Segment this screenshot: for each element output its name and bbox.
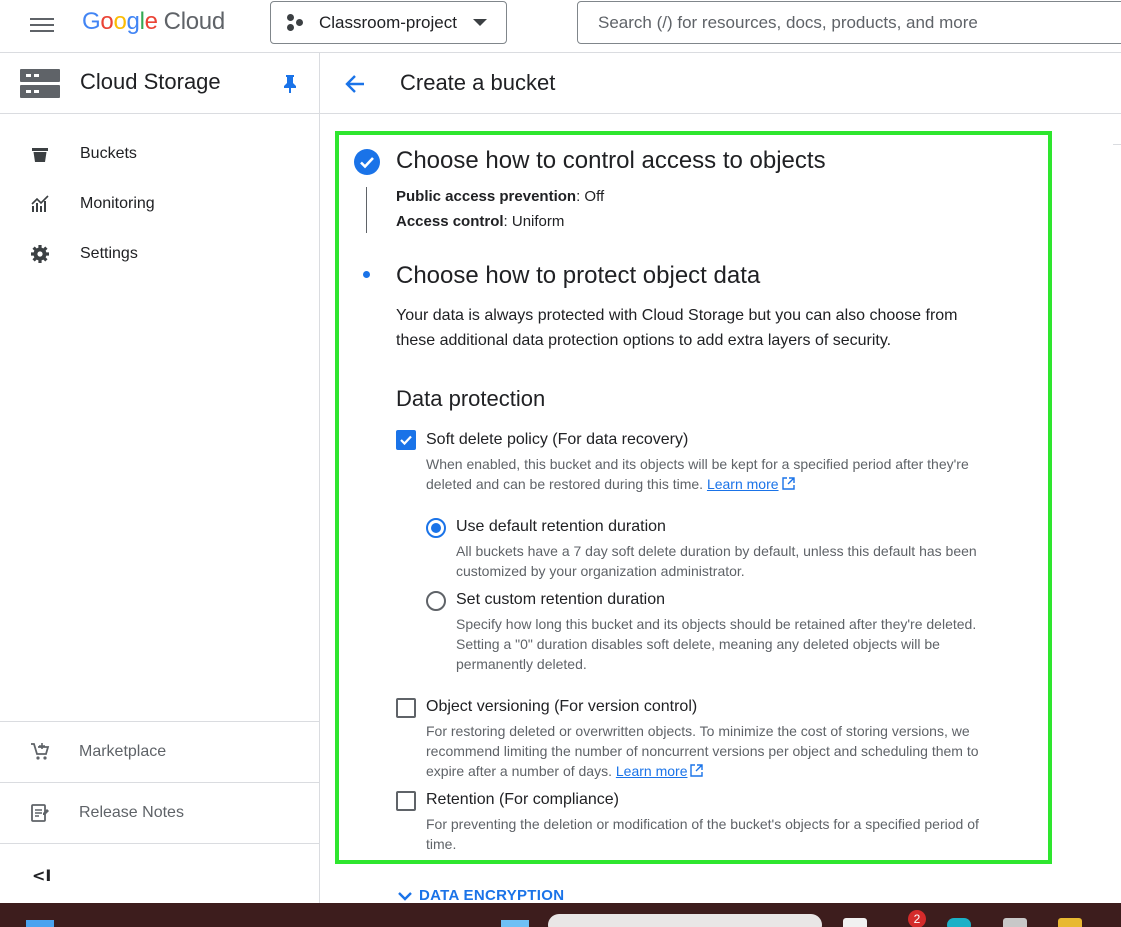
external-link-icon	[690, 764, 704, 777]
chevron-down-icon	[398, 891, 412, 901]
cloud-storage-icon	[20, 69, 60, 99]
default-retention-label: Use default retention duration	[456, 518, 666, 535]
chevron-down-icon	[473, 19, 487, 26]
search-bar[interactable]	[577, 1, 1121, 44]
sidebar-item-label: Buckets	[80, 145, 137, 162]
data-encryption-expander[interactable]: DATA ENCRYPTION	[397, 887, 564, 904]
step-description: Your data is always protected with Cloud…	[396, 307, 958, 349]
versioning-learn-more-link[interactable]: Learn more	[616, 763, 688, 779]
top-bar: Google Cloud Classroom-project	[0, 0, 1121, 53]
page-header: Create a bucket	[320, 53, 1121, 114]
monitoring-icon	[31, 195, 49, 212]
sidebar-item-buckets[interactable]: Buckets	[0, 129, 319, 179]
hamburger-menu-icon[interactable]	[30, 14, 56, 36]
marketplace-cart-icon	[31, 743, 50, 760]
object-versioning-label: Object versioning (For version control)	[426, 698, 698, 715]
summary-access-control: Access control: Uniform	[396, 213, 565, 230]
bucket-icon	[32, 148, 48, 162]
retention-checkbox[interactable]	[396, 791, 416, 811]
check-circle-icon	[354, 149, 380, 175]
custom-retention-description: Specify how long this bucket and its obj…	[456, 616, 977, 672]
step-connector	[366, 187, 367, 233]
current-step-dot	[363, 271, 370, 278]
step-protect-data-title: Choose how to protect object data	[396, 262, 761, 289]
sidebar-item-settings[interactable]: Settings	[0, 229, 319, 279]
project-dots-icon	[287, 13, 305, 32]
soft-delete-description: When enabled, this bucket and its object…	[426, 456, 969, 492]
highlighted-steps-panel: Choose how to control access to objects …	[335, 131, 1052, 864]
object-versioning-checkbox[interactable]	[396, 698, 416, 718]
sidebar-item-label: Marketplace	[79, 743, 167, 760]
release-notes-icon	[31, 804, 49, 822]
object-versioning-description: For restoring deleted or overwritten obj…	[426, 723, 979, 779]
pin-icon[interactable]	[283, 75, 297, 93]
collapse-sidebar-button[interactable]: <I	[0, 843, 319, 905]
folder-icon[interactable]	[1058, 918, 1082, 927]
gear-icon	[31, 245, 49, 263]
custom-retention-label: Set custom retention duration	[456, 591, 666, 608]
taskbar-app-icon[interactable]	[1003, 918, 1027, 927]
default-retention-description: All buckets have a 7 day soft delete dur…	[456, 543, 977, 579]
retention-description: For preventing the deletion or modificat…	[426, 816, 979, 852]
soft-delete-label: Soft delete policy (For data recovery)	[426, 431, 689, 448]
summary-public-access: Public access prevention: Off	[396, 188, 605, 205]
data-encryption-label: DATA ENCRYPTION	[419, 887, 565, 904]
search-input[interactable]	[578, 2, 1121, 43]
windows-widgets-icon[interactable]	[26, 920, 54, 927]
default-retention-radio[interactable]	[426, 518, 446, 538]
taskbar-search[interactable]	[548, 914, 822, 927]
sidebar: Cloud Storage Buckets Monitoring Setting…	[0, 53, 320, 903]
sidebar-item-label: Release Notes	[79, 804, 184, 821]
sidebar-item-monitoring[interactable]: Monitoring	[0, 179, 319, 229]
os-taskbar	[0, 903, 1121, 927]
sidebar-item-label: Monitoring	[80, 195, 155, 212]
project-picker[interactable]: Classroom-project	[270, 1, 507, 44]
sidebar-item-label: Settings	[80, 245, 138, 262]
soft-delete-checkbox[interactable]	[396, 430, 416, 450]
soft-delete-learn-more-link[interactable]: Learn more	[707, 476, 779, 492]
custom-retention-radio[interactable]	[426, 591, 446, 611]
sidebar-title: Cloud Storage	[80, 69, 221, 94]
sidebar-header: Cloud Storage	[0, 53, 319, 114]
data-protection-heading: Data protection	[396, 386, 546, 411]
collapse-icon: <I	[32, 866, 52, 885]
taskbar-app-icon[interactable]	[947, 918, 971, 927]
notification-badge: 2	[908, 910, 926, 927]
sidebar-item-release-notes[interactable]: Release Notes	[0, 782, 319, 843]
taskbar-app-icon[interactable]	[843, 918, 867, 927]
page-title: Create a bucket	[400, 70, 556, 95]
sidebar-nav: Buckets Monitoring Settings	[0, 114, 319, 279]
windows-start-icon[interactable]	[501, 920, 529, 927]
back-arrow-icon[interactable]	[344, 73, 366, 95]
project-name: Classroom-project	[319, 12, 457, 32]
external-link-icon	[781, 477, 795, 490]
sidebar-bottom: Marketplace Release Notes <I	[0, 721, 319, 905]
retention-label: Retention (For compliance)	[426, 791, 619, 808]
divider	[1113, 144, 1121, 145]
sidebar-item-marketplace[interactable]: Marketplace	[0, 721, 319, 782]
step-access-control-title[interactable]: Choose how to control access to objects	[396, 147, 826, 175]
google-cloud-logo[interactable]: Google Cloud	[82, 8, 225, 36]
